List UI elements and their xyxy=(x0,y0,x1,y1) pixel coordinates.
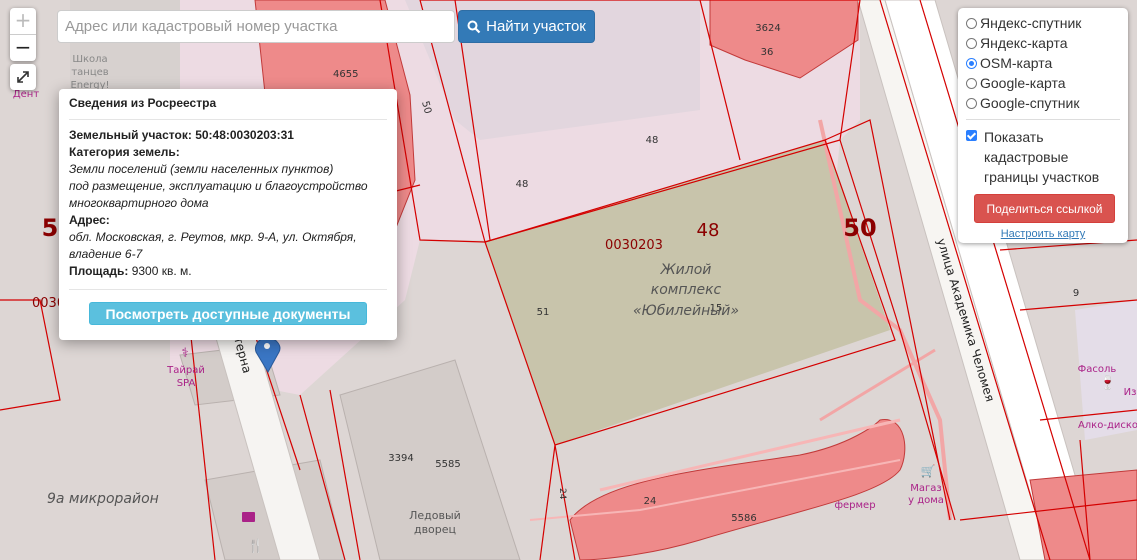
layer-option-label: Яндекс-спутник xyxy=(980,15,1082,31)
poi-spa-line-1: Тайрай xyxy=(166,365,205,376)
restaurant-icon: 🍴 xyxy=(248,538,264,554)
popup-title: Сведения из Росреестра xyxy=(69,89,387,120)
checkbox-checked-icon[interactable] xyxy=(966,130,977,141)
usage-value: под размещение, эксплуатацию и благоустр… xyxy=(69,179,368,210)
fullscreen-button[interactable] xyxy=(10,64,36,90)
search-button[interactable]: Найти участок xyxy=(458,10,595,43)
parcel-row: Земельный участок: 50:48:0030203:31 xyxy=(69,127,387,144)
poi-fasol-label: Фасоль xyxy=(1078,364,1117,375)
district-label: 9а микрорайон xyxy=(47,491,159,507)
show-borders-label: Показать кадастровые границы участков xyxy=(984,129,1100,185)
parcel-number: 50:48:0030203:31 xyxy=(195,128,294,142)
parcel-number-5586: 5586 xyxy=(731,513,756,524)
parcel-number-3624: 3624 xyxy=(755,23,780,34)
address-value: обл. Московская, г. Реутов, мкр. 9-А, ул… xyxy=(69,230,357,261)
zoom-out-button[interactable]: − xyxy=(10,35,36,61)
cadastral-block-code: 0030203 xyxy=(605,238,663,253)
radio-icon[interactable] xyxy=(966,77,977,89)
show-borders-toggle[interactable]: Показать кадастровые границы участков xyxy=(966,127,1120,187)
layer-option-label: Яндекс-карта xyxy=(980,35,1068,51)
zoom-control: + − xyxy=(10,8,36,61)
complex-label-line-2: комплекс xyxy=(651,282,722,298)
view-documents-button[interactable]: Посмотреть доступные документы xyxy=(89,302,367,325)
parcel-number-36: 36 xyxy=(761,47,774,58)
parcel-number-24: 24 xyxy=(644,496,657,507)
cart-icon: 🛒 xyxy=(921,464,936,478)
complex-label-line-1: Жилой xyxy=(660,262,712,278)
cadastral-district-number-left: 5 xyxy=(42,214,59,242)
complex-label-line-3: «Юбилейный» xyxy=(633,303,739,319)
parcel-number-51: 51 xyxy=(537,307,550,318)
poi-ice-line-2: дворец xyxy=(414,523,456,536)
info-popup: Сведения из Росреестра Земельный участок… xyxy=(59,89,397,340)
search-icon xyxy=(467,20,481,33)
radio-icon[interactable] xyxy=(966,97,977,109)
poi-alko-label: Алко-диско xyxy=(1078,420,1137,431)
poi-spa-line-2: SPA xyxy=(177,378,196,389)
cadastral-district-number-50: 50 xyxy=(843,214,876,242)
poi-magazin-line-1: Магаз xyxy=(910,483,941,494)
search-input[interactable] xyxy=(57,10,455,43)
configure-map-link[interactable]: Настроить карту xyxy=(966,228,1120,240)
radio-icon[interactable] xyxy=(966,37,977,49)
expand-icon xyxy=(17,71,29,83)
search-button-label: Найти участок xyxy=(486,18,586,35)
radio-checked-icon[interactable] xyxy=(966,57,977,69)
category-value: Земли поселений (земли населенных пункто… xyxy=(69,162,334,176)
address-label: Адрес: xyxy=(69,213,110,227)
poi-ice-line-1: Ледовый xyxy=(409,509,461,522)
layer-option-yandex-map[interactable]: Яндекс-карта xyxy=(966,33,1120,53)
parcel-number-48-a: 48 xyxy=(646,135,659,146)
poi-school-line-1: Школа xyxy=(72,54,107,65)
parcel-number-5585: 5585 xyxy=(435,459,460,470)
parcel-number-48-b: 48 xyxy=(516,179,529,190)
poi-magazin-line-2: у дома xyxy=(908,495,944,506)
layers-panel: Яндекс-спутник Яндекс-карта OSM-карта Go… xyxy=(958,8,1128,243)
poi-fermer-label: фермер xyxy=(834,500,875,511)
cadastral-block-number-48: 48 xyxy=(697,220,720,241)
category-label: Категория земель: xyxy=(69,145,180,159)
layer-option-label: Google-спутник xyxy=(980,95,1080,111)
radio-icon[interactable] xyxy=(966,17,977,29)
parcel-number-9: 9 xyxy=(1073,288,1079,299)
layer-option-yandex-satellite[interactable]: Яндекс-спутник xyxy=(966,13,1120,33)
area-label: Площадь: xyxy=(69,264,129,278)
poi-school-line-2: танцев xyxy=(71,67,108,78)
parcel-number-4655: 4655 xyxy=(333,69,358,80)
layer-option-label: OSM-карта xyxy=(980,55,1053,71)
parcel-label: Земельный участок: xyxy=(69,128,192,142)
layer-option-google-map[interactable]: Google-карта xyxy=(966,73,1120,93)
spa-icon: ⚕ xyxy=(181,346,188,361)
poi-iz-label: Из xyxy=(1124,387,1137,398)
share-link-button[interactable]: Поделиться ссылкой xyxy=(974,194,1115,223)
first-aid-icon xyxy=(242,512,255,522)
poi-dent-label: Дент xyxy=(13,89,40,100)
parcel-number-3394: 3394 xyxy=(388,453,413,464)
layer-option-label: Google-карта xyxy=(980,75,1066,91)
parcel-number-24-b: 24 xyxy=(557,488,567,500)
wine-icon: 🍷 xyxy=(1100,375,1116,391)
layer-option-google-satellite[interactable]: Google-спутник xyxy=(966,93,1120,113)
zoom-in-button[interactable]: + xyxy=(10,8,36,35)
layer-option-osm-map[interactable]: OSM-карта xyxy=(966,53,1120,73)
area-value: 9300 кв. м. xyxy=(131,264,192,278)
